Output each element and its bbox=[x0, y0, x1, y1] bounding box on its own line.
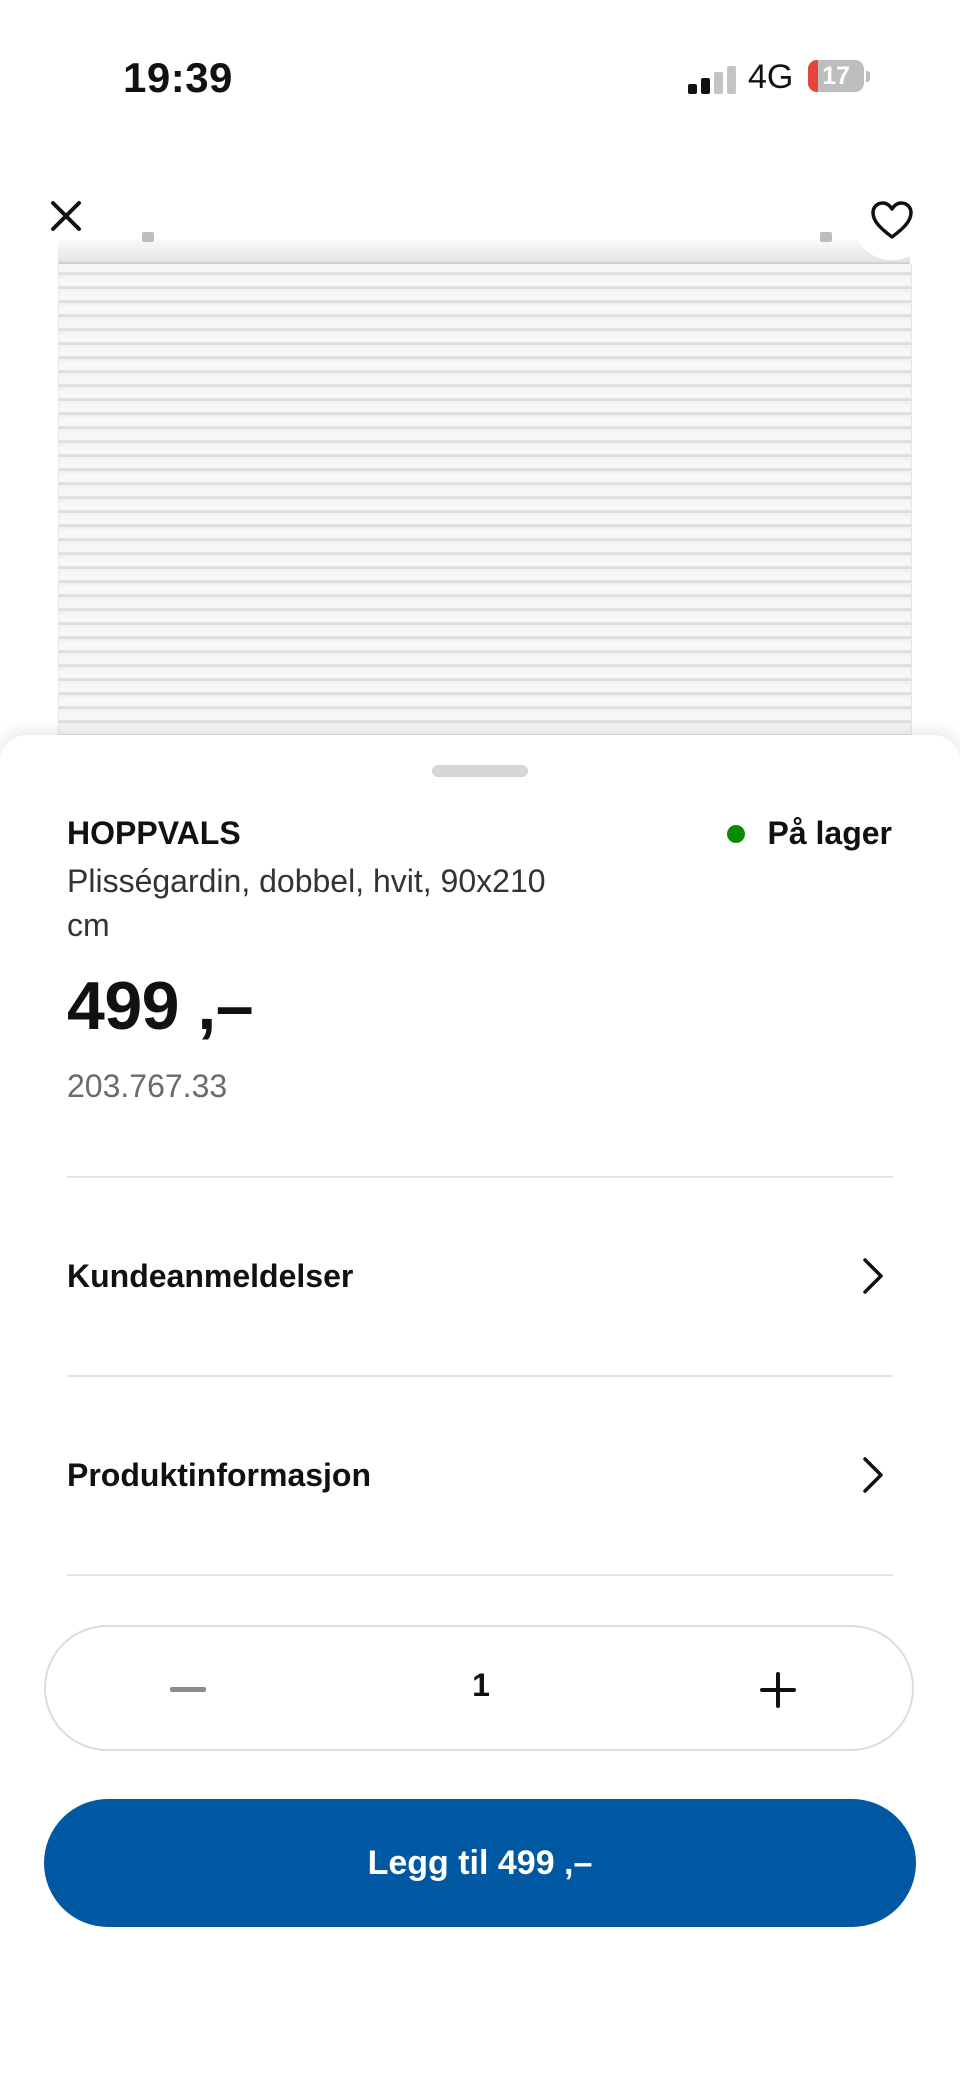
favorite-button[interactable] bbox=[852, 180, 932, 260]
heart-icon bbox=[871, 201, 913, 239]
divider bbox=[67, 1176, 893, 1178]
product-price: 499 ,– bbox=[67, 968, 254, 1044]
decrease-quantity-button[interactable] bbox=[156, 1658, 220, 1722]
stock-status: På lager bbox=[727, 815, 892, 852]
in-stock-dot-icon bbox=[727, 824, 746, 843]
pleated-blind-image bbox=[58, 232, 912, 760]
stock-status-label: På lager bbox=[767, 815, 892, 851]
product-description: Plisségardin, dobbel, hvit, 90x210 cm bbox=[67, 863, 546, 943]
chevron-right-icon bbox=[853, 1455, 893, 1495]
increase-quantity-button[interactable] bbox=[746, 1658, 810, 1722]
status-bar: 19:39 4G 17 bbox=[0, 0, 960, 150]
product-sheet: HOPPVALS Plisségardin, dobbel, hvit, 90x… bbox=[0, 735, 960, 2087]
row-product-information[interactable]: Produktinformasjon bbox=[67, 1427, 893, 1523]
battery-icon: 17 bbox=[808, 60, 870, 94]
row-label: Kundeanmeldelser bbox=[67, 1257, 354, 1294]
row-customer-reviews[interactable]: Kundeanmeldelser bbox=[67, 1228, 893, 1324]
network-type: 4G bbox=[748, 58, 794, 96]
close-button[interactable] bbox=[40, 190, 92, 242]
divider bbox=[67, 1574, 893, 1576]
product-name: HOPPVALS bbox=[67, 815, 241, 851]
row-label: Produktinformasjon bbox=[67, 1456, 372, 1493]
plus-icon bbox=[760, 1672, 796, 1708]
divider bbox=[67, 1375, 893, 1377]
chevron-right-icon bbox=[853, 1256, 893, 1296]
add-to-cart-button[interactable]: Legg til 499 ,– bbox=[44, 1799, 916, 1927]
sheet-drag-handle[interactable] bbox=[432, 765, 528, 777]
cellular-signal-icon bbox=[688, 64, 738, 94]
product-image bbox=[0, 150, 960, 760]
article-number: 203.767.33 bbox=[67, 1068, 228, 1104]
battery-percent: 17 bbox=[822, 62, 850, 90]
quantity-stepper: 1 bbox=[44, 1625, 914, 1751]
close-icon bbox=[51, 201, 81, 231]
status-time: 19:39 bbox=[123, 54, 233, 101]
minus-icon bbox=[170, 1687, 206, 1692]
